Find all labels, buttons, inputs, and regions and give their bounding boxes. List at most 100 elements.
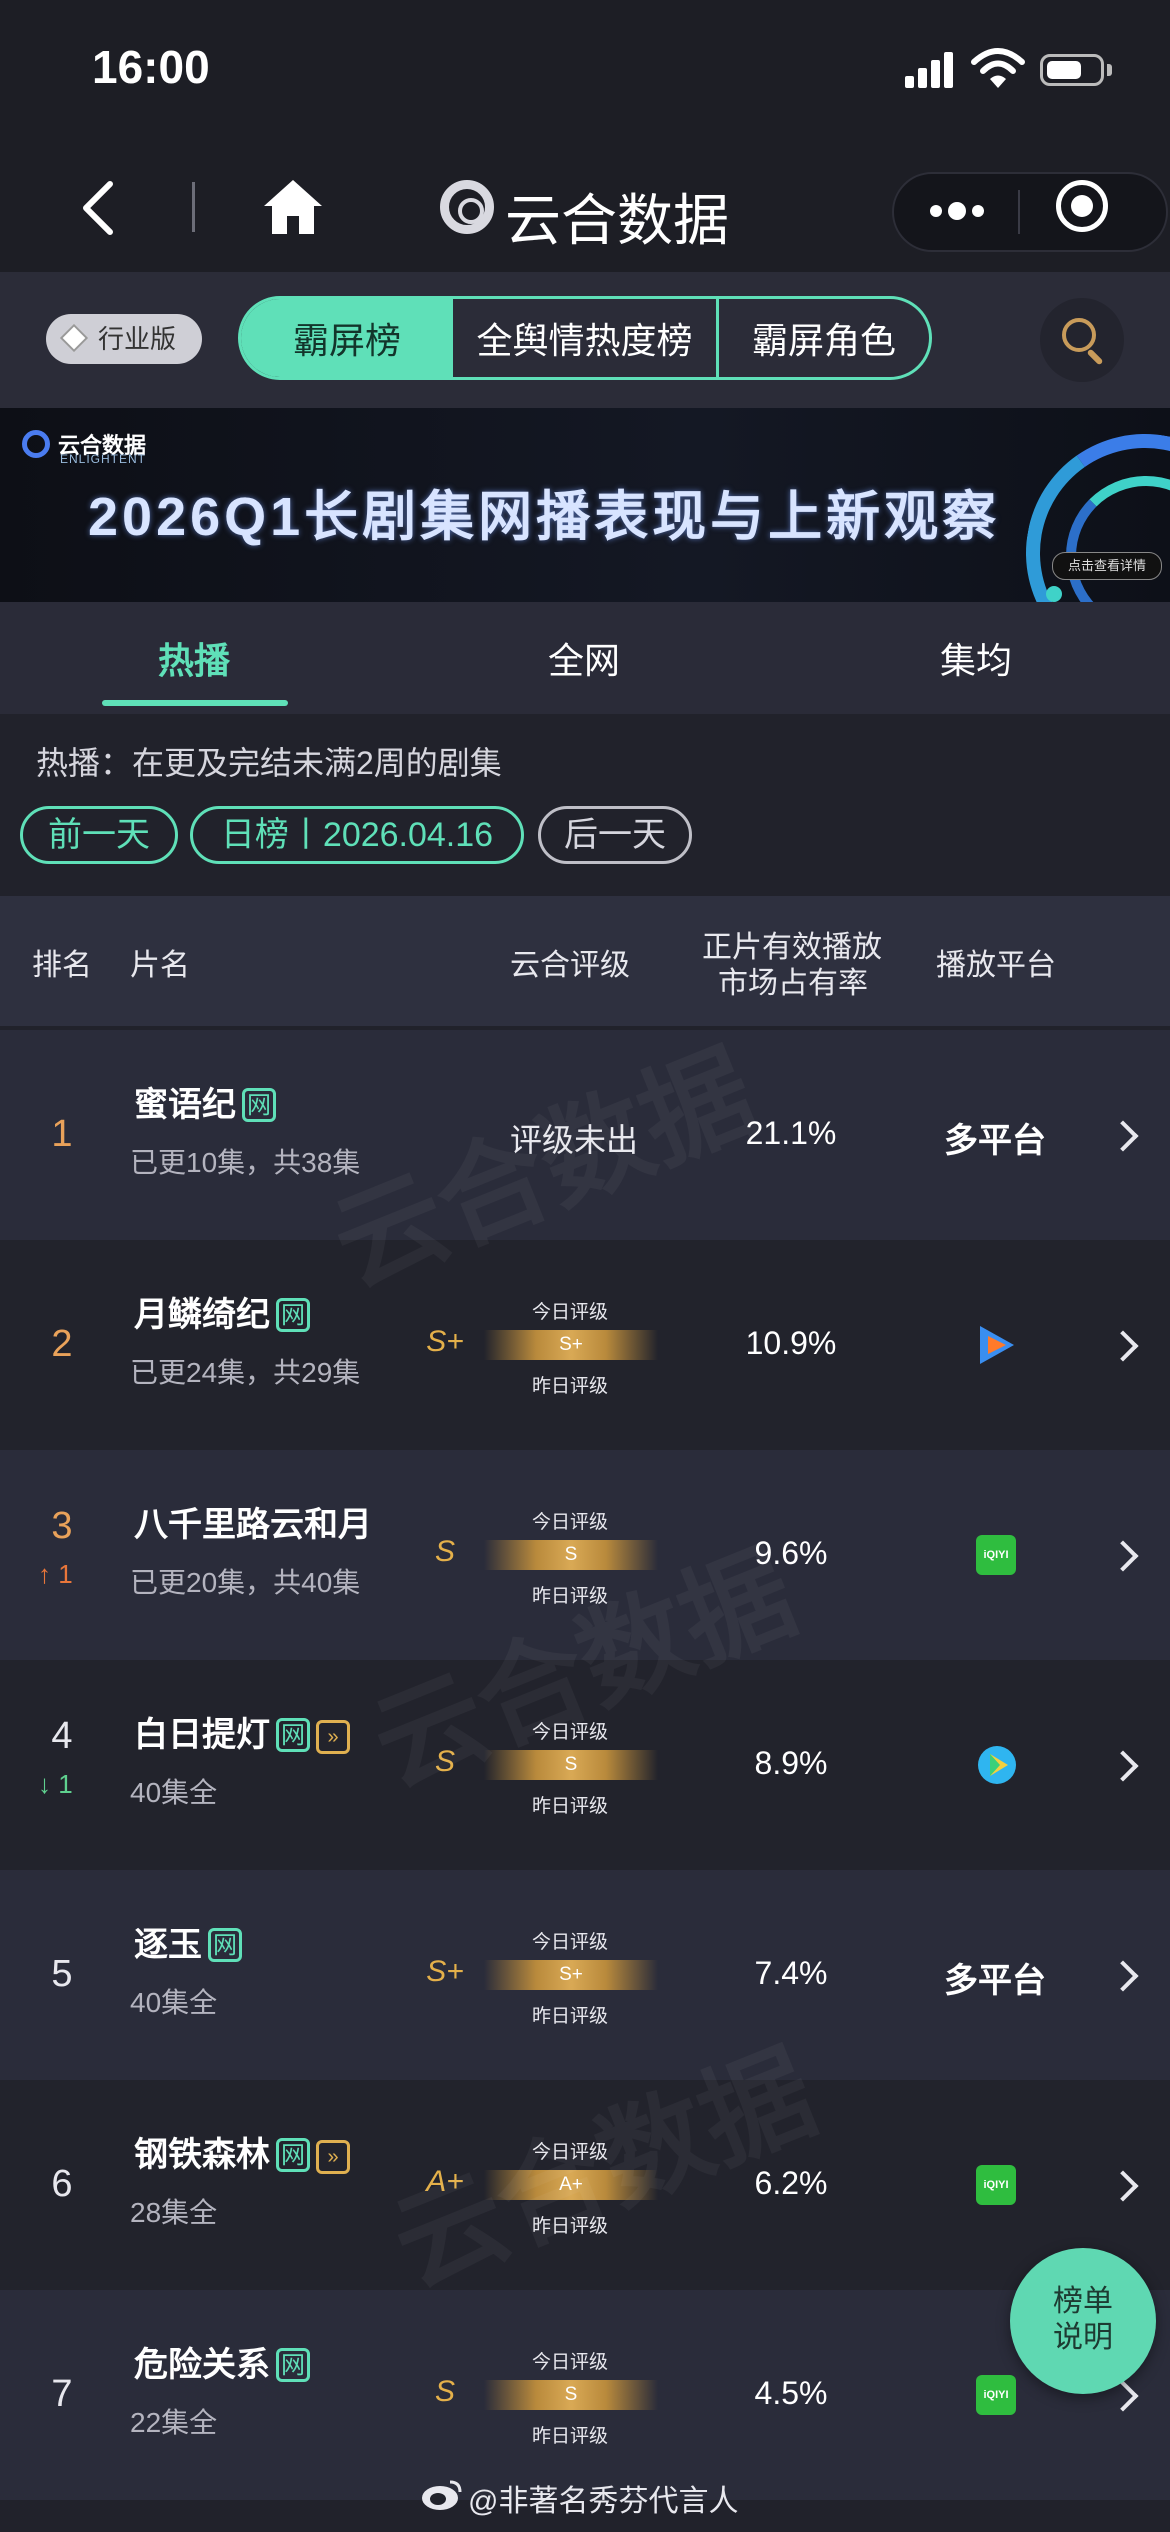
show-title[interactable]: 危险关系网	[134, 2337, 310, 2386]
episode-count: 40集全	[130, 1987, 218, 2018]
show-title[interactable]: 白日提灯网»	[134, 1707, 350, 1756]
next-day-button[interactable]: 后一天	[538, 806, 692, 864]
market-share: 7.4%	[754, 1955, 828, 1991]
current-date-button[interactable]: 日榜丨2026.04.16	[190, 806, 524, 864]
market-share: 4.5%	[754, 2375, 828, 2411]
banner-detail-button[interactable]: 点击查看详情	[1052, 552, 1162, 580]
close-mini-program-icon[interactable]	[1056, 180, 1108, 232]
episode-count: 40集全	[130, 1777, 218, 1808]
tab-jijun[interactable]: 集均	[876, 632, 1076, 684]
iqiyi-icon: iQIYI	[976, 2375, 1016, 2415]
prev-day-button[interactable]: 前一天	[20, 806, 178, 864]
status-time: 16:00	[92, 41, 210, 93]
rank-number: 7	[51, 2373, 73, 2415]
capsule-divider	[1018, 190, 1020, 234]
youku-icon	[978, 1746, 1016, 1784]
rank-down-indicator: ↓ 1	[38, 1769, 73, 1799]
battery-icon	[1040, 54, 1104, 86]
episode-count: 已更20集，共40集	[130, 1567, 361, 1598]
today-rating-label: 今日评级	[531, 2352, 608, 2373]
rating-grade: S+	[426, 1325, 464, 1358]
show-title-text: 危险关系	[134, 2346, 270, 2384]
banner-logo-icon	[22, 430, 50, 458]
more-menu-icon[interactable]	[930, 200, 986, 220]
episode-count: 28集全	[130, 2197, 218, 2228]
header-title: 片名	[130, 949, 190, 982]
iqiyi-icon: iQIYI	[976, 1535, 1016, 1575]
platform-multi: 多平台	[944, 1122, 1046, 1160]
show-title-text: 逐玉	[134, 1926, 202, 1964]
segment-bapingjuese[interactable]: 霸屏角色	[719, 299, 929, 377]
home-icon[interactable]	[262, 178, 324, 236]
show-title[interactable]: 钢铁森林网»	[134, 2127, 350, 2176]
rank-number: 1	[51, 1113, 73, 1155]
rank-number: 3	[51, 1505, 73, 1547]
fast-forward-badge-icon: »	[316, 1720, 350, 1754]
header-rank: 排名	[32, 949, 92, 982]
active-tab-indicator	[102, 700, 288, 706]
today-rating-label: 今日评级	[531, 1932, 608, 1953]
header-share-line2[interactable]: 市场占有率	[718, 958, 868, 1002]
ranking-segment-control: 霸屏榜 全舆情热度榜 霸屏角色	[238, 296, 932, 380]
ranking-help-button[interactable]: 榜单 说明	[1010, 2248, 1156, 2394]
market-share: 8.9%	[754, 1745, 828, 1781]
market-share: 10.9%	[745, 1325, 837, 1361]
web-series-badge: 网	[242, 1088, 276, 1122]
yesterday-rating-label: 昨日评级	[531, 2006, 608, 2027]
rank-number: 2	[51, 1323, 73, 1365]
fast-forward-badge-icon: »	[316, 2140, 350, 2174]
rank-number: 6	[51, 2163, 73, 2205]
weibo-icon	[422, 2480, 462, 2510]
header-platform: 播放平台	[936, 949, 1056, 982]
yesterday-rating-label: 昨日评级	[531, 1376, 608, 1397]
header-rating[interactable]: 云合评级	[510, 940, 630, 984]
show-title-text: 蜜语纪	[134, 1086, 236, 1124]
app-title: 云合数据	[505, 189, 729, 252]
today-rating-value: S+	[559, 1334, 583, 1355]
rating-grade: S+	[426, 1955, 464, 1988]
rank-up-indicator: ↑ 1	[38, 1559, 73, 1589]
rank-number: 5	[51, 1953, 73, 1995]
yunhe-logo-icon	[440, 180, 494, 234]
banner-brand-en: ENLIGHTENT	[60, 452, 147, 466]
tab-rebo[interactable]: 热播	[94, 632, 294, 684]
web-series-badge: 网	[276, 1718, 310, 1752]
web-series-badge: 网	[276, 1298, 310, 1332]
search-icon	[1062, 318, 1096, 352]
show-title[interactable]: 八千里路云和月	[134, 1497, 372, 1546]
episode-count: 已更24集，共29集	[130, 1357, 361, 1388]
help-line2: 说明	[1053, 2321, 1113, 2354]
help-line1: 榜单	[1053, 2285, 1113, 2318]
today-rating-label: 今日评级	[531, 1302, 608, 1323]
today-rating-value: S+	[559, 1964, 583, 1985]
web-series-badge: 网	[276, 2138, 310, 2172]
show-title-text: 白日提灯	[134, 1716, 270, 1754]
episode-count: 22集全	[130, 2407, 218, 2438]
show-title[interactable]: 逐玉网	[134, 1917, 242, 1966]
ranking-description: 热播：在更及完结未满2周的剧集	[36, 745, 502, 781]
rating-bar: S+	[484, 1960, 658, 1990]
rating-bar: S+	[484, 1330, 658, 1360]
banner-title: 2026Q1长剧集网播表现与上新观察	[88, 487, 1001, 547]
weibo-watermark: @非著名秀芬代言人	[468, 2485, 739, 2518]
web-series-badge: 网	[208, 1928, 242, 1962]
rank-number: 4	[51, 1715, 73, 1757]
today-rating-value: S	[564, 2384, 578, 2405]
back-arrow-icon[interactable]	[78, 178, 118, 238]
tencent-video-icon	[980, 1326, 1014, 1364]
yesterday-rating-label: 昨日评级	[531, 1796, 608, 1817]
wifi-icon	[971, 48, 1025, 88]
show-title[interactable]: 蜜语纪网	[134, 1077, 276, 1126]
today-rating-label: 今日评级	[531, 1512, 608, 1533]
rating-bar: S	[484, 2380, 658, 2410]
show-title-text: 八千里路云和月	[134, 1506, 372, 1544]
segment-quanyuqing[interactable]: 全舆情热度榜	[453, 299, 719, 377]
tab-quanwang[interactable]: 全网	[484, 632, 684, 684]
rating-grade: S	[434, 1535, 455, 1568]
show-title[interactable]: 月鳞绮纪网	[134, 1287, 310, 1336]
banner-dot	[1046, 586, 1062, 602]
segment-bapingbang[interactable]: 霸屏榜	[241, 299, 453, 377]
iqiyi-icon: iQIYI	[976, 2165, 1016, 2205]
nav-divider	[192, 182, 195, 232]
cellular-signal-icon	[905, 52, 957, 88]
